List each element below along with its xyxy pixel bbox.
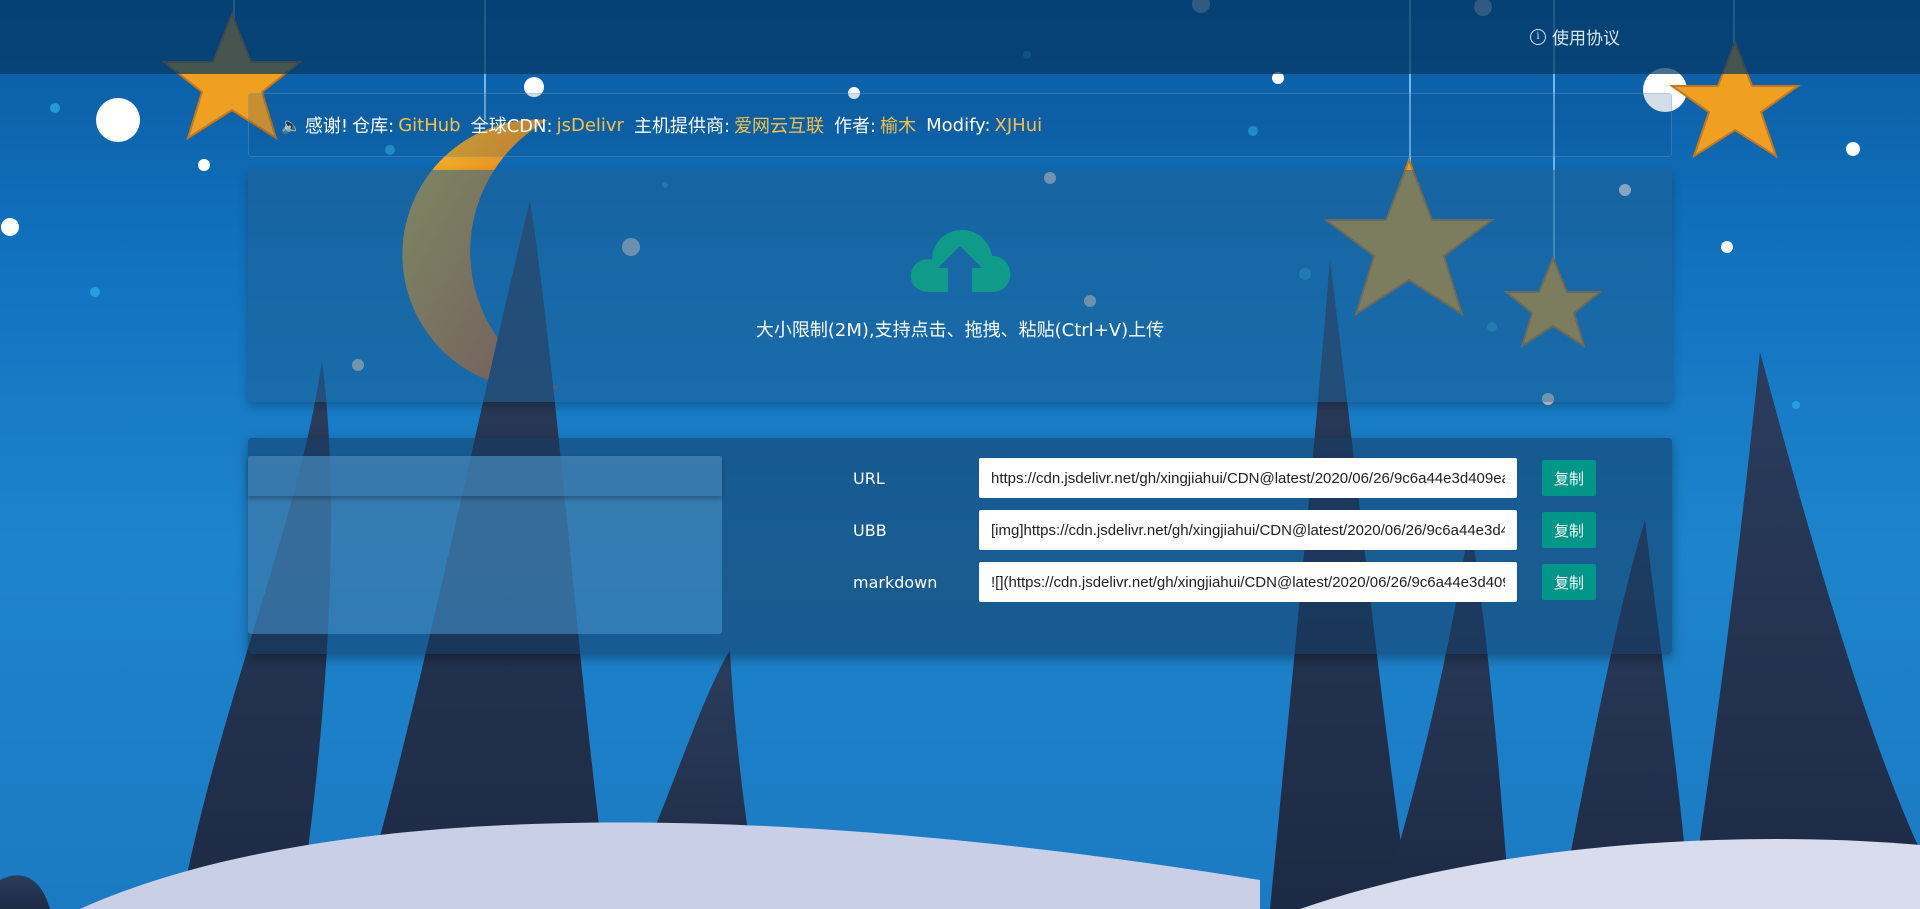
info-icon: i	[1530, 28, 1546, 45]
host-label: 主机提供商:	[633, 116, 731, 137]
url-label: URL	[853, 468, 885, 488]
url-row: URL 复制	[853, 458, 1596, 498]
modify-link[interactable]: XJHui	[995, 115, 1043, 136]
top-bar	[0, 0, 1920, 74]
github-link[interactable]: GitHub	[398, 115, 460, 136]
usage-agreement-link[interactable]: i 使用协议	[1530, 24, 1620, 49]
speaker-icon: 🔈	[281, 115, 301, 135]
url-field[interactable]	[979, 458, 1517, 498]
cdn-label: 全球CDN:	[470, 116, 553, 137]
image-preview	[248, 456, 722, 634]
markdown-field[interactable]	[979, 562, 1517, 602]
copy-markdown-button[interactable]: 复制	[1542, 564, 1596, 600]
markdown-label: markdown	[853, 572, 938, 592]
author-label: 作者:	[834, 116, 877, 137]
upload-hint: 大小限制(2M),支持点击、拖拽、粘贴(Ctrl+V)上传	[755, 320, 1165, 341]
cloud-upload-icon	[910, 230, 1011, 292]
ubb-label: UBB	[853, 520, 887, 540]
thanks-text: 感谢!	[304, 116, 349, 137]
modify-label: Modify:	[926, 114, 991, 136]
usage-agreement-label: 使用协议	[1552, 29, 1620, 49]
ubb-row: UBB 复制	[853, 510, 1596, 550]
host-link[interactable]: 爱网云互联	[734, 112, 824, 138]
author-link[interactable]: 榆木	[880, 112, 916, 138]
jsdelivr-link[interactable]: jsDelivr	[557, 115, 624, 136]
ubb-field[interactable]	[979, 510, 1517, 550]
announcement-bar: 🔈 感谢! 仓库: GitHub 全球CDN: jsDelivr 主机提供商: …	[248, 93, 1672, 157]
preview-header	[248, 456, 722, 496]
markdown-row: markdown 复制	[853, 562, 1596, 602]
copy-ubb-button[interactable]: 复制	[1542, 512, 1596, 548]
copy-url-button[interactable]: 复制	[1542, 460, 1596, 496]
upload-dropzone[interactable]: 大小限制(2M),支持点击、拖拽、粘贴(Ctrl+V)上传	[248, 170, 1672, 402]
result-panel: URL 复制 UBB 复制 markdown 复制	[248, 438, 1672, 654]
repo-label: 仓库:	[352, 116, 395, 137]
